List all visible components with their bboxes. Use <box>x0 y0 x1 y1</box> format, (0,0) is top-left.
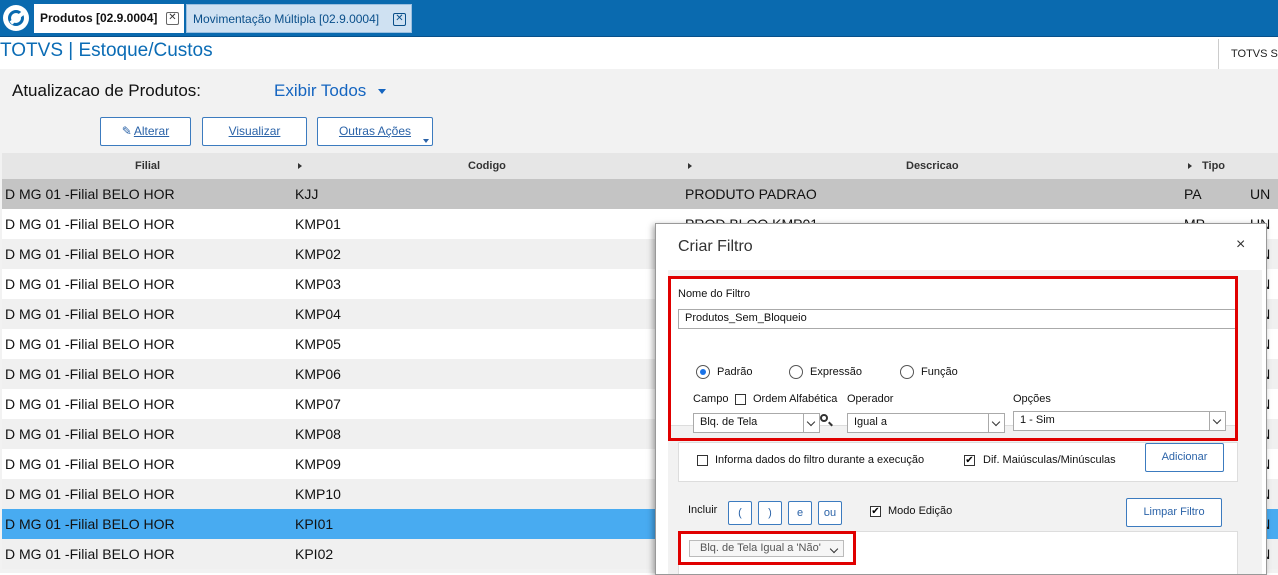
filial-cell: D MG 01 -Filial BELO HOR <box>5 516 175 532</box>
filter-label: Exibir Todos <box>274 81 367 100</box>
and-button[interactable]: e <box>788 501 812 525</box>
tab-label: Produtos [02.9.0004] <box>40 11 158 25</box>
filial-cell: D MG 01 -Filial BELO HOR <box>5 336 175 352</box>
filial-cell: D MG 01 -Filial BELO HOR <box>5 306 175 322</box>
module-header: TOTVS | Estoque/Custos TOTVS S <box>0 37 1278 69</box>
filial-cell: D MG 01 -Filial BELO HOR <box>5 396 175 412</box>
ask-on-execution-checkbox[interactable] <box>697 455 708 466</box>
close-icon[interactable]: × <box>1236 236 1245 254</box>
codigo-cell: KMP10 <box>295 486 341 502</box>
ask-on-execution-label: Informa dados do filtro durante a execuç… <box>715 454 925 466</box>
filial-cell: D MG 01 -Filial BELO HOR <box>5 456 175 472</box>
sort-arrow-icon[interactable] <box>1188 163 1192 169</box>
codigo-cell: KMP09 <box>295 456 341 472</box>
tab-movimentacao-multipla[interactable]: Movimentação Múltipla [02.9.0004] ✕ <box>186 4 412 33</box>
table-row[interactable]: D MG 01 -Filial BELO HOR KJJ PRODUTO PADRA… <box>2 179 1278 209</box>
pencil-icon: ✎ <box>121 124 132 138</box>
chevron-down-icon <box>423 139 429 143</box>
column-header-filial[interactable]: Filial <box>135 160 160 172</box>
codigo-cell: KPI01 <box>295 516 334 532</box>
tab-produtos[interactable]: Produtos [02.9.0004] ✕ <box>34 4 184 33</box>
chevron-down-icon <box>378 89 387 95</box>
codigo-cell: KMP08 <box>295 426 341 442</box>
top-tab-bar: Produtos [02.9.0004] ✕ Movimentação Múlt… <box>0 0 1278 37</box>
filter-highlight-box <box>668 276 1238 441</box>
grid-header: Filial Codigo Descricao Tipo <box>2 153 1278 179</box>
codigo-cell: KMP05 <box>295 336 341 352</box>
filial-cell: D MG 01 -Filial BELO HOR <box>5 216 175 232</box>
tipo-cell: PA <box>1184 186 1202 202</box>
column-header-tipo[interactable]: Tipo <box>1202 160 1225 172</box>
close-icon[interactable]: ✕ <box>166 12 179 25</box>
module-title: TOTVS | Estoque/Custos <box>0 40 213 61</box>
incluir-label: Incluir <box>688 504 718 516</box>
filial-cell: D MG 01 -Filial BELO HOR <box>5 486 175 502</box>
totvs-logo-icon[interactable] <box>3 5 29 31</box>
alter-button[interactable]: ✎ Alterar <box>100 117 191 146</box>
dialog-title: Criar Filtro <box>678 238 753 255</box>
case-sensitive-label: Dif. Maiúsculas/Minúsculas <box>983 454 1116 466</box>
or-button[interactable]: ou <box>818 501 842 525</box>
column-header-descricao[interactable]: Descricao <box>906 160 959 172</box>
codigo-cell: KMP01 <box>295 216 341 232</box>
sort-arrow-icon[interactable] <box>298 163 302 169</box>
filial-cell: D MG 01 -Filial BELO HOR <box>5 246 175 262</box>
page-title: Atualizacao de Produtos: <box>12 81 202 100</box>
filial-cell: D MG 01 -Filial BELO HOR <box>5 366 175 382</box>
um-cell: UN <box>1250 186 1271 202</box>
clear-filter-button[interactable]: Limpar Filtro <box>1126 498 1222 527</box>
codigo-cell: KPI02 <box>295 546 334 562</box>
view-button-label: Visualizar <box>228 124 281 138</box>
close-icon[interactable]: ✕ <box>393 13 406 26</box>
column-header-codigo[interactable]: Codigo <box>468 160 506 172</box>
create-filter-dialog: Criar Filtro × Nome do Filtro Produtos_S… <box>655 223 1267 575</box>
filter-dropdown[interactable]: Exibir Todos <box>274 81 387 101</box>
tab-label: Movimentação Múltipla [02.9.0004] <box>193 12 380 26</box>
filial-cell: D MG 01 -Filial BELO HOR <box>5 186 175 202</box>
add-button[interactable]: Adicionar <box>1145 443 1224 472</box>
more-actions-label: Outras Ações <box>338 124 412 138</box>
expression-highlight-box <box>678 531 856 565</box>
open-paren-button[interactable]: ( <box>728 501 752 525</box>
dialog-body: Nome do Filtro Produtos_Sem_Bloqueio Pad… <box>668 270 1262 574</box>
close-paren-button[interactable]: ) <box>758 501 782 525</box>
module-user-label[interactable]: TOTVS S <box>1218 39 1278 69</box>
descricao-cell: PRODUTO PADRAO <box>685 186 817 202</box>
codigo-cell: KJJ <box>295 186 319 202</box>
filial-cell: D MG 01 -Filial BELO HOR <box>5 276 175 292</box>
filial-cell: D MG 01 -Filial BELO HOR <box>5 426 175 442</box>
view-button[interactable]: Visualizar <box>202 117 307 146</box>
codigo-cell: KMP06 <box>295 366 341 382</box>
check-icon: ✔ <box>871 506 880 517</box>
edit-mode-checkbox[interactable]: ✔ <box>870 506 881 517</box>
codigo-cell: KMP04 <box>295 306 341 322</box>
check-icon: ✔ <box>965 455 974 466</box>
codigo-cell: KMP02 <box>295 246 341 262</box>
codigo-cell: KMP03 <box>295 276 341 292</box>
alter-button-label: Alterar <box>133 124 170 138</box>
more-actions-button[interactable]: Outras Ações <box>317 117 433 146</box>
case-sensitive-checkbox[interactable]: ✔ <box>964 455 975 466</box>
filial-cell: D MG 01 -Filial BELO HOR <box>5 546 175 562</box>
edit-mode-label: Modo Edição <box>888 505 953 517</box>
codigo-cell: KMP07 <box>295 396 341 412</box>
sort-arrow-icon[interactable] <box>688 163 692 169</box>
